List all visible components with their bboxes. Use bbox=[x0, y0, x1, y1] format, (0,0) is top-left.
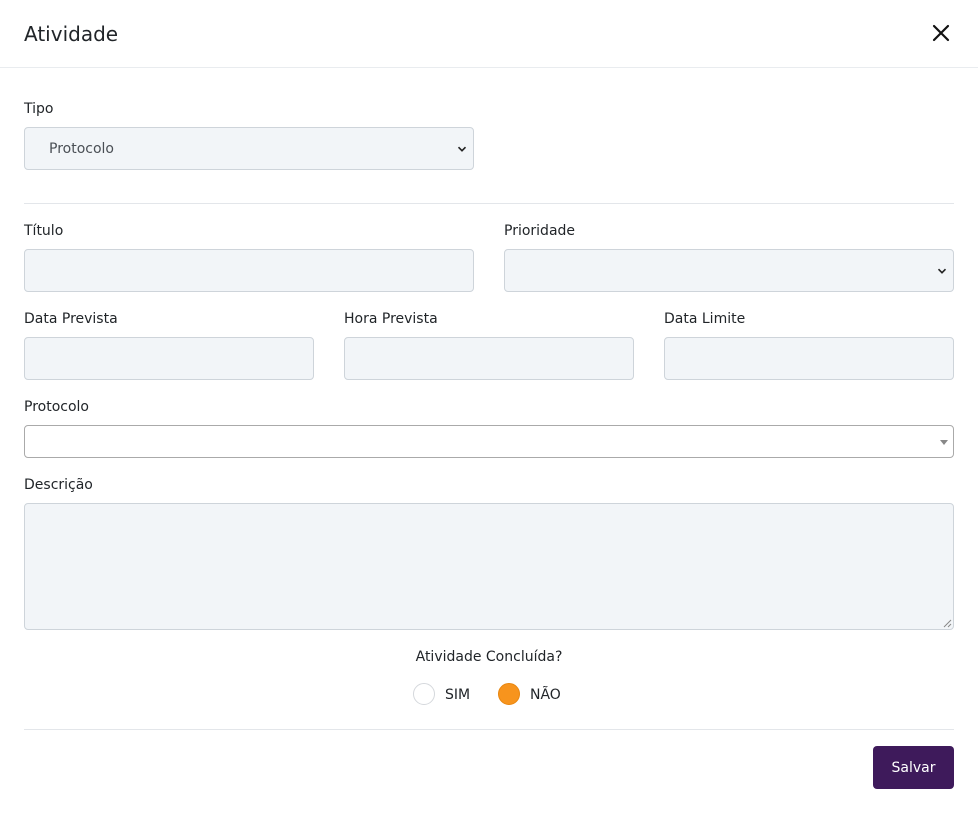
hora-prevista-label: Hora Prevista bbox=[344, 311, 438, 327]
titulo-input[interactable] bbox=[24, 249, 474, 292]
data-limite-label: Data Limite bbox=[664, 311, 746, 327]
close-button[interactable] bbox=[928, 20, 954, 46]
data-limite-input[interactable] bbox=[664, 337, 954, 380]
caret-down-icon bbox=[940, 440, 948, 445]
descricao-textarea[interactable] bbox=[24, 503, 954, 630]
resize-grip-icon[interactable] bbox=[943, 619, 952, 628]
prioridade-label: Prioridade bbox=[504, 223, 576, 239]
tipo-selected-value: Protocolo bbox=[49, 140, 114, 157]
tipo-select[interactable]: Protocolo bbox=[24, 127, 474, 170]
modal-header: Atividade bbox=[0, 0, 978, 68]
data-prevista-input[interactable] bbox=[24, 337, 314, 380]
descricao-label: Descrição bbox=[24, 477, 93, 493]
activity-modal: Atividade Tipo Protocolo Título Priorida… bbox=[0, 0, 978, 823]
prioridade-select[interactable] bbox=[504, 249, 954, 292]
hora-prevista-input[interactable] bbox=[344, 337, 634, 380]
radio-sim-label[interactable]: SIM bbox=[445, 686, 470, 704]
radio-sim[interactable] bbox=[413, 683, 435, 705]
radio-nao-label[interactable]: NÃO bbox=[530, 686, 561, 704]
close-icon bbox=[932, 24, 950, 42]
chevron-down-icon bbox=[937, 268, 947, 274]
protocolo-label: Protocolo bbox=[24, 399, 89, 415]
chevron-down-icon bbox=[457, 146, 467, 152]
data-prevista-label: Data Prevista bbox=[24, 311, 118, 327]
concluida-label: Atividade Concluída? bbox=[415, 649, 563, 665]
radio-nao[interactable] bbox=[498, 683, 520, 705]
modal-title: Atividade bbox=[24, 22, 119, 46]
titulo-label: Título bbox=[24, 223, 64, 239]
section-divider bbox=[24, 203, 954, 204]
protocolo-select[interactable] bbox=[24, 425, 954, 458]
footer-divider bbox=[24, 729, 954, 730]
save-button[interactable]: Salvar bbox=[873, 746, 954, 789]
tipo-label: Tipo bbox=[24, 101, 54, 117]
